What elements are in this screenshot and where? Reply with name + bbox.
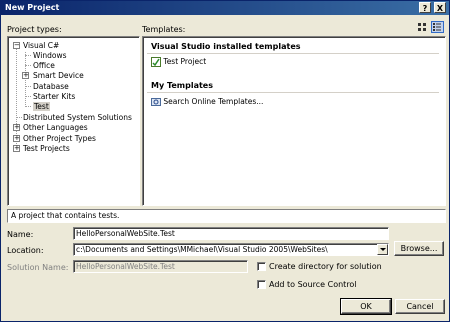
large-icons-view-icon[interactable] bbox=[416, 21, 429, 33]
title-bar: New Project ? X bbox=[1, 1, 449, 15]
create-directory-label[interactable]: Create directory for solution bbox=[269, 262, 382, 271]
expand-icon[interactable]: + bbox=[13, 145, 20, 152]
location-combo[interactable] bbox=[73, 243, 389, 256]
add-source-control-checkbox[interactable] bbox=[257, 280, 266, 289]
installed-templates-header: Visual Studio installed templates bbox=[151, 42, 301, 51]
template-test-project[interactable]: Test Project bbox=[151, 57, 206, 67]
new-project-dialog: New Project ? X Project types: Templates… bbox=[0, 0, 450, 322]
search-online-icon bbox=[151, 98, 161, 106]
tree-item-visual-csharp[interactable]: Visual C# bbox=[23, 41, 59, 50]
expand-icon[interactable]: + bbox=[13, 135, 20, 142]
tree-item-other-languages[interactable]: Other Languages bbox=[23, 123, 88, 132]
test-project-icon bbox=[151, 57, 161, 67]
tree-item-office[interactable]: Office bbox=[33, 61, 55, 70]
templates-label: Templates: bbox=[142, 25, 186, 34]
tree-item-database[interactable]: Database bbox=[33, 82, 69, 91]
ok-button[interactable]: OK bbox=[340, 298, 392, 315]
cancel-button[interactable]: Cancel bbox=[395, 299, 445, 314]
solution-name-label: Solution Name: bbox=[7, 263, 69, 272]
tree-item-test-projects[interactable]: Test Projects bbox=[23, 144, 70, 153]
location-label: Location: bbox=[7, 246, 44, 255]
expand-icon[interactable]: + bbox=[13, 124, 20, 131]
name-field[interactable] bbox=[73, 227, 389, 240]
search-online-label: Search Online Templates... bbox=[163, 97, 264, 106]
tree-item-other-project-types[interactable]: Other Project Types bbox=[23, 134, 96, 143]
tree-item-starter-kits[interactable]: Starter Kits bbox=[33, 92, 75, 101]
solution-name-input bbox=[74, 261, 247, 272]
project-types-tree[interactable]: − Visual C# Windows Office + Smart Devic… bbox=[7, 36, 140, 206]
name-input[interactable] bbox=[74, 228, 388, 239]
location-input[interactable] bbox=[74, 244, 376, 255]
templates-list[interactable]: Visual Studio installed templates Test P… bbox=[142, 36, 446, 206]
tree-item-smart-device[interactable]: Smart Device bbox=[33, 71, 84, 80]
solution-name-field bbox=[73, 260, 248, 273]
add-source-control-label[interactable]: Add to Source Control bbox=[269, 280, 357, 289]
tree-item-windows[interactable]: Windows bbox=[33, 51, 66, 60]
tree-item-distributed-system-solutions[interactable]: Distributed System Solutions bbox=[23, 113, 132, 122]
tree-item-test[interactable]: Test bbox=[33, 102, 50, 111]
my-templates-header: My Templates bbox=[151, 81, 213, 90]
window-title: New Project bbox=[5, 3, 60, 12]
expand-icon[interactable]: + bbox=[22, 72, 29, 79]
template-search-online[interactable]: Search Online Templates... bbox=[151, 97, 263, 107]
collapse-icon[interactable]: − bbox=[13, 42, 20, 49]
name-label: Name: bbox=[7, 230, 34, 239]
description-text: A project that contains tests. bbox=[11, 211, 120, 220]
project-types-label: Project types: bbox=[7, 25, 62, 34]
small-icons-view-icon[interactable] bbox=[431, 21, 444, 33]
browse-button[interactable]: Browse... bbox=[394, 241, 444, 256]
create-directory-checkbox[interactable] bbox=[257, 262, 266, 271]
description-bar: A project that contains tests. bbox=[7, 209, 446, 223]
help-icon[interactable]: ? bbox=[419, 2, 431, 13]
dropdown-arrow-icon[interactable] bbox=[377, 244, 388, 255]
test-project-label: Test Project bbox=[163, 57, 207, 66]
close-icon[interactable]: X bbox=[434, 2, 446, 13]
